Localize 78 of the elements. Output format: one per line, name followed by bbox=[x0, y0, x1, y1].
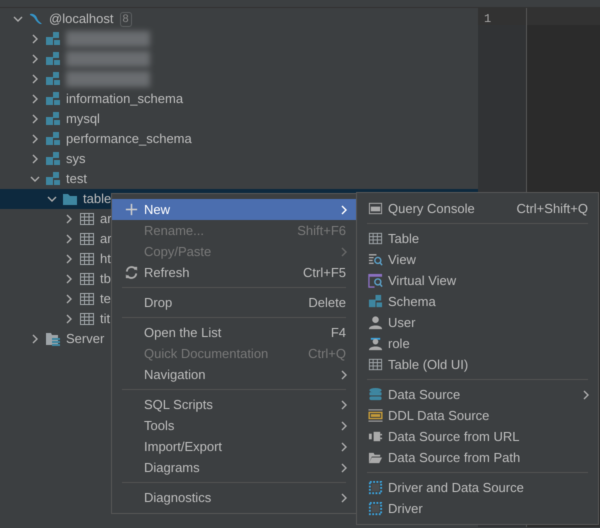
menu-item[interactable]: Diagnostics bbox=[112, 487, 356, 508]
shortcut-text: Delete bbox=[308, 294, 346, 312]
menu-item[interactable]: Data Source from URL bbox=[357, 426, 598, 447]
table-icon bbox=[79, 311, 95, 327]
dolphin-icon bbox=[28, 11, 44, 27]
refresh-icon bbox=[124, 265, 139, 280]
table-icon bbox=[368, 231, 383, 246]
schema-icon bbox=[45, 131, 61, 147]
table-icon bbox=[368, 357, 383, 372]
menu-item[interactable]: Import/Export bbox=[112, 436, 356, 457]
table-icon bbox=[79, 271, 95, 287]
menu-item[interactable]: SQL Scripts bbox=[112, 394, 356, 415]
menu-item[interactable]: Virtual View bbox=[357, 270, 598, 291]
driver-icon bbox=[368, 501, 383, 516]
shortcut-text: Ctrl+F5 bbox=[303, 264, 346, 282]
tree-item-label[interactable]: ar bbox=[100, 209, 112, 229]
tree-item-label[interactable]: information_schema bbox=[66, 89, 184, 109]
shortcut-text: Shift+F6 bbox=[297, 222, 346, 240]
plus-icon bbox=[124, 202, 139, 217]
schema-icon bbox=[368, 294, 383, 309]
schema-icon bbox=[45, 91, 61, 107]
schema-icon bbox=[45, 111, 61, 127]
menu-item[interactable]: View bbox=[357, 249, 598, 270]
menu-item[interactable]: Driver bbox=[357, 498, 598, 519]
menu-item[interactable]: Refresh Ctrl+F5 bbox=[112, 262, 356, 283]
folder-icon bbox=[62, 191, 78, 207]
query-console-icon bbox=[368, 201, 383, 216]
virtual-view-icon bbox=[368, 273, 383, 288]
tree-item-label[interactable]: tb bbox=[100, 269, 111, 289]
table-icon bbox=[79, 231, 95, 247]
server-folder-icon bbox=[45, 331, 61, 347]
menu-item[interactable]: Query Console Ctrl+Shift+Q bbox=[357, 198, 598, 219]
menu-item[interactable]: User bbox=[357, 312, 598, 333]
menu-item[interactable]: Open the List F4 bbox=[112, 322, 356, 343]
schema-icon bbox=[45, 171, 61, 187]
role-icon bbox=[368, 336, 383, 351]
shortcut-text: Ctrl+Shift+Q bbox=[516, 200, 588, 218]
tree-item-label[interactable]: performance_schema bbox=[66, 129, 192, 149]
table-icon bbox=[79, 291, 95, 307]
menu-item[interactable]: DDL Data Source bbox=[357, 405, 598, 426]
view-icon bbox=[368, 252, 383, 267]
count-badge: 8 bbox=[120, 12, 132, 26]
tree-item-label[interactable]: ar bbox=[100, 229, 112, 249]
menu-item[interactable]: Data Source from Path bbox=[357, 447, 598, 468]
shortcut-text: Ctrl+Q bbox=[308, 344, 346, 363]
user-icon bbox=[368, 315, 383, 330]
tree-item-label[interactable]: sys bbox=[66, 149, 86, 169]
tree-item-label[interactable]: test bbox=[66, 169, 87, 189]
menu-item[interactable]: role bbox=[357, 333, 598, 354]
menu-item[interactable]: Navigation bbox=[112, 364, 356, 385]
menu-item[interactable]: Table bbox=[357, 228, 598, 249]
tree-item-label[interactable]: mysql bbox=[66, 109, 100, 129]
tree-item-label[interactable]: table bbox=[83, 189, 112, 209]
driver-icon bbox=[368, 480, 383, 495]
tree-item-label[interactable]: ht bbox=[100, 249, 111, 269]
plug-icon bbox=[368, 429, 383, 444]
menu-item[interactable]: Schema bbox=[357, 291, 598, 312]
menu-item[interactable]: Table (Old UI) bbox=[357, 354, 598, 375]
menu-item[interactable]: Drop Delete bbox=[112, 292, 356, 313]
table-icon bbox=[79, 211, 95, 227]
open-folder-icon bbox=[368, 450, 383, 465]
tree-item-label[interactable]: Server bbox=[66, 329, 104, 349]
tree-item-label[interactable]: tit bbox=[100, 309, 110, 329]
menu-item[interactable]: Diagrams bbox=[112, 457, 356, 478]
menu-item[interactable]: Driver and Data Source bbox=[357, 477, 598, 498]
schema-icon bbox=[45, 51, 61, 67]
database-icon bbox=[368, 387, 383, 402]
tree-item-label[interactable]: te bbox=[100, 289, 111, 309]
table-icon bbox=[79, 251, 95, 267]
menu-item[interactable]: Tools bbox=[112, 415, 356, 436]
menu-item[interactable]: New bbox=[112, 199, 356, 220]
shortcut-text: F4 bbox=[330, 324, 346, 342]
schema-icon bbox=[45, 151, 61, 167]
schema-icon bbox=[45, 31, 61, 47]
tree-item-label[interactable]: @localhost bbox=[49, 9, 114, 29]
ddl-icon bbox=[368, 408, 383, 423]
schema-icon bbox=[45, 71, 61, 87]
menu-item[interactable]: Data Source bbox=[357, 384, 598, 405]
